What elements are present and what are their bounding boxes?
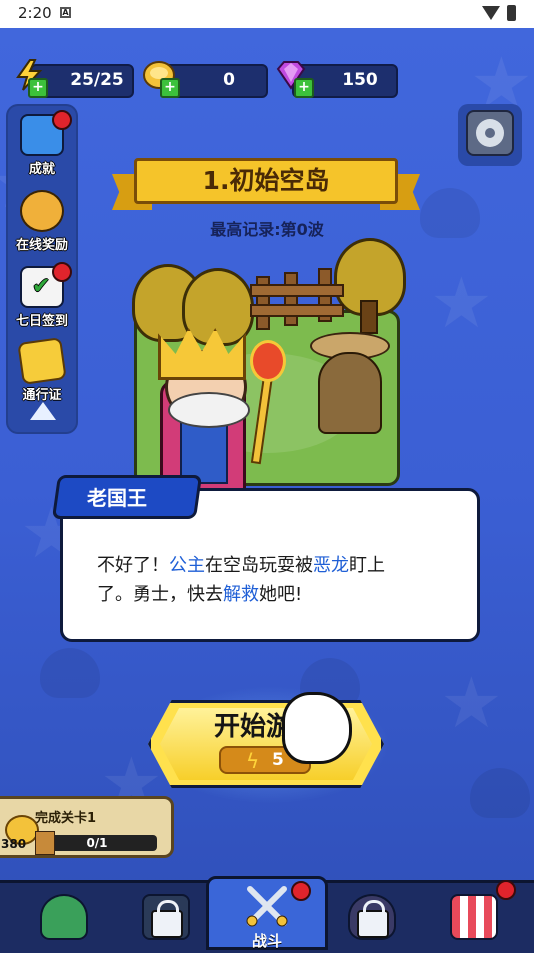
settings-frame <box>466 110 514 156</box>
wifi-icon <box>482 6 500 20</box>
dialog-segment: 她吧! <box>259 584 303 605</box>
add-energy-button[interactable]: + <box>28 78 48 98</box>
fence-rail <box>250 284 344 297</box>
notification-badge <box>52 262 72 282</box>
gear-icon <box>476 119 504 147</box>
lightning-icon: ϟ <box>246 749 260 773</box>
skull-decoration-icon <box>40 648 100 698</box>
sidebar-item-label: 成就 <box>28 162 55 177</box>
notification-badge <box>496 880 516 900</box>
nav-locked-1[interactable] <box>130 888 198 946</box>
stage-title: 1.初始空岛 <box>134 158 398 204</box>
crossed-swords-icon <box>246 886 288 927</box>
speaker-name: 老国王 <box>87 486 147 510</box>
green-helmet-icon <box>40 894 88 940</box>
dialog-segment: 在空岛玩耍被 <box>205 555 313 576</box>
battle-pass-button[interactable]: 通行证 <box>6 337 78 403</box>
locked-tab-icon <box>348 894 396 940</box>
nav-hero[interactable] <box>28 888 96 946</box>
achievement-icon <box>20 110 72 156</box>
dialog-highlight: 公主 <box>169 555 205 576</box>
archer-character <box>318 352 382 434</box>
dialog-segment: 不好了！ <box>97 555 169 576</box>
scepter-orb <box>250 340 286 382</box>
sidebar-item-label: 通行证 <box>22 388 62 403</box>
status-bar: 2:20 A <box>0 0 534 28</box>
dialog-highlight: 恶龙 <box>313 555 349 576</box>
checkmark-icon: ✔ <box>32 274 51 299</box>
battery-icon <box>507 5 516 21</box>
nav-locked-2[interactable] <box>336 888 404 946</box>
tree-trunk <box>360 300 378 334</box>
quest-reward: 380 <box>1 837 27 851</box>
collapse-sidebar-button[interactable] <box>30 402 56 420</box>
notification-badge <box>291 881 311 901</box>
lock-icon <box>151 900 183 938</box>
settings-button[interactable] <box>458 104 522 166</box>
add-gold-button[interactable]: + <box>160 78 180 98</box>
fence-rail <box>250 304 344 317</box>
add-gems-button[interactable]: + <box>294 78 314 98</box>
energy-cost: 5 <box>272 750 284 770</box>
nav-battle-label: 战斗 <box>251 932 282 950</box>
star-decoration-icon: ★ <box>440 662 503 744</box>
quest-panel[interactable]: 完成关卡1 380 0/1 <box>0 796 174 858</box>
lock-icon <box>357 900 389 938</box>
seven-day-checkin-button[interactable]: ✔ 七日签到 <box>6 262 78 329</box>
skull-decoration-icon <box>470 768 530 818</box>
dialog-highlight: 解救 <box>223 584 259 605</box>
calendar-check-icon: ✔ <box>20 262 72 308</box>
locked-tab-icon <box>142 894 190 940</box>
notification-badge <box>52 110 72 130</box>
dialog-segment: 盯上 <box>349 555 385 576</box>
notification-icon: A <box>60 7 71 18</box>
quest-progress-text: 0/1 <box>86 836 108 850</box>
clock: 2:20 <box>18 4 52 22</box>
best-record: 最高记录:第0波 <box>210 220 324 239</box>
star-decoration-icon: ★ <box>430 262 493 344</box>
king-beard <box>168 392 250 428</box>
tutorial-hand-pointer <box>282 692 352 764</box>
achievement-button[interactable]: 成就 <box>6 110 78 177</box>
dialog-segment: 了。勇士，快去 <box>97 584 223 605</box>
dialog-text: 不好了！公主在空岛玩耍被恶龙盯上 了。勇士，快去解救她吧! <box>97 551 467 609</box>
pass-ticket-icon <box>17 337 67 385</box>
nav-shop[interactable] <box>438 880 516 946</box>
stage-banner: 1.初始空岛 <box>112 154 420 214</box>
fence-post <box>284 272 298 326</box>
sidebar-item-label: 七日签到 <box>15 314 68 329</box>
dialog-box[interactable]: 老国王 不好了！公主在空岛玩耍被恶龙盯上 了。勇士，快去解救她吧! <box>51 475 480 642</box>
sidebar-item-label: 在线奖励 <box>15 238 68 253</box>
side-menu: 成就 在线奖励 ✔ 七日签到 通行证 <box>6 104 78 434</box>
shop-icon <box>450 894 498 940</box>
quest-title: 完成关卡1 <box>35 811 97 826</box>
